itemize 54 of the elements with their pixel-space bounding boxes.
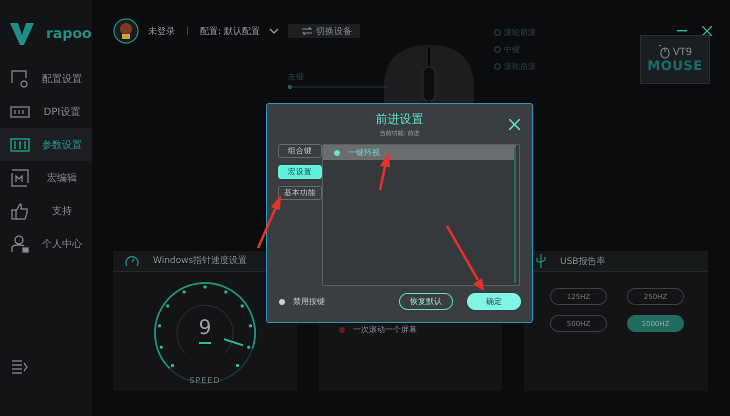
leader-dot-icon [494,29,501,36]
thumb-up-icon [10,202,30,220]
scrollbar[interactable] [514,147,516,283]
avatar-icon[interactable] [113,18,139,44]
panel-title: Windows指针速度设置 [153,254,248,268]
pointer-arrow [256,195,281,248]
pointer-arrow [446,225,484,291]
status-dot-icon [339,326,345,332]
disable-key-label: 禁用按键 [293,296,325,307]
mouse-button-label: 中键 [504,44,520,55]
mouse-button-label: 左键 [288,71,304,82]
macro-icon [10,168,30,186]
sidebar-item[interactable]: 支持 [0,194,92,227]
leader-dot-icon [494,63,501,70]
sidebar-item[interactable]: 参数设置 [0,128,92,161]
minimize-icon[interactable] [677,30,687,32]
reset-button[interactable]: 恢复默认 [399,293,453,310]
separator: | [186,26,190,36]
mouse-button-label: 滚轮后滚 [504,61,536,72]
switch-device-button[interactable]: 切换设备 [288,24,360,38]
sidebar-item[interactable]: 配置设置 [0,62,92,95]
mouse-icon [658,45,670,59]
dpi-icon [10,104,30,120]
dialog-title: 前进设置 [376,111,424,128]
radio-dot-icon[interactable] [279,298,285,304]
panel-title: USB报告率 [560,256,606,268]
scroll-option[interactable]: 一次滚动一个屏幕 [353,324,417,335]
chevron-down-icon[interactable] [268,28,279,34]
profile-selector[interactable]: 配置: 默认配置 [200,24,260,38]
logo-icon [10,23,34,45]
login-status[interactable]: 未登录 [148,24,175,38]
device-model: VT9 [672,46,692,58]
gauge-icon [125,254,139,267]
bullet-icon [334,150,340,156]
speed-caption: SPEED [188,376,222,385]
sliders-icon [10,138,30,152]
swap-icon [302,27,312,35]
list-item[interactable]: 一键环视 [323,145,516,160]
sidebar-item[interactable]: 个人中心 [0,227,92,260]
device-type: MOUSE [647,59,703,74]
profile-icon [10,70,30,88]
sidebar-item[interactable]: DPI设置 [0,95,92,128]
disable-key-toggle[interactable]: 禁用按键 [279,296,325,307]
user-icon [10,234,30,252]
menu-icon[interactable] [12,360,28,374]
close-icon[interactable] [509,119,520,130]
logo-text: rapoo [46,26,92,42]
confirm-button[interactable]: 确定 [467,293,521,310]
sidebar-item[interactable]: 宏编辑 [0,161,92,194]
mouse-button-label: 滚轮前滚 [504,27,536,38]
leader-dot-icon [494,46,501,53]
close-icon[interactable] [702,26,712,36]
pointer-arrow [378,152,390,190]
speed-value: 9 [198,314,212,339]
